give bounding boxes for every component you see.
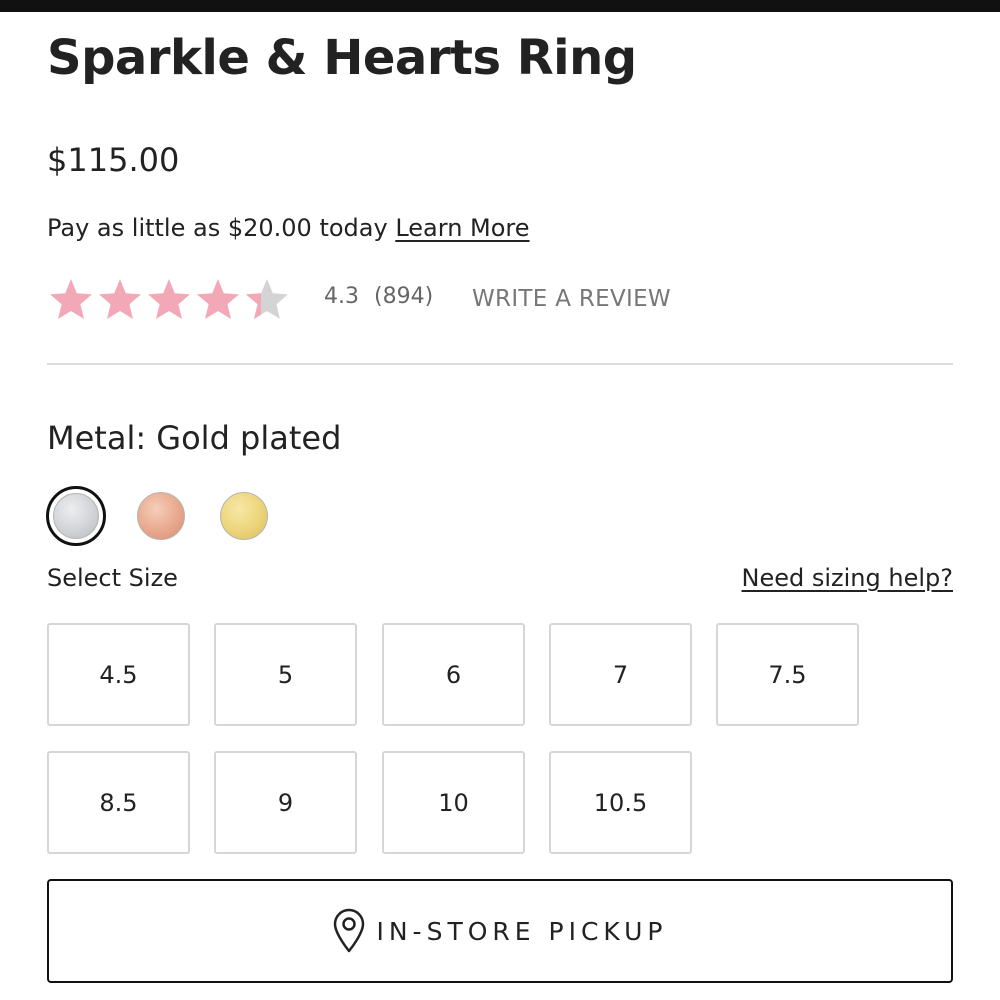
size-option[interactable]: 5 <box>214 623 357 726</box>
learn-more-link[interactable]: Learn More <box>395 214 529 242</box>
location-pin-icon <box>334 908 365 953</box>
metal-swatch-rose-gold[interactable] <box>137 492 185 540</box>
payment-info: Pay as little as $20.00 today Learn More <box>47 214 530 242</box>
product-price: $115.00 <box>47 141 180 179</box>
star-icon <box>197 279 239 319</box>
size-option[interactable]: 7.5 <box>716 623 859 726</box>
star-rating <box>47 276 291 324</box>
swatch-fill <box>137 492 185 540</box>
divider <box>47 363 953 365</box>
in-store-pickup-button[interactable]: IN-STORE PICKUP <box>47 879 953 983</box>
size-option[interactable]: 10.5 <box>549 751 692 854</box>
rating-count: (894) <box>374 284 434 309</box>
size-option[interactable]: 8.5 <box>47 751 190 854</box>
metal-swatch-silver[interactable] <box>46 486 106 546</box>
star-icon <box>99 279 141 319</box>
metal-swatch-gold[interactable] <box>220 492 268 540</box>
pickup-label: IN-STORE PICKUP <box>376 916 668 946</box>
metal-label: Metal: Gold plated <box>47 419 342 457</box>
select-size-label: Select Size <box>47 564 178 592</box>
star-icon <box>50 279 92 319</box>
swatch-fill <box>53 493 99 539</box>
size-option[interactable]: 4.5 <box>47 623 190 726</box>
swatch-fill <box>220 492 268 540</box>
payment-text: Pay as little as $20.00 today <box>47 214 388 242</box>
write-review-link[interactable]: WRITE A REVIEW <box>472 286 671 312</box>
top-bar <box>0 0 1000 12</box>
size-option[interactable]: 10 <box>382 751 525 854</box>
star-icon <box>148 279 190 319</box>
size-option[interactable]: 6 <box>382 623 525 726</box>
rating-value: 4.3 <box>324 284 359 309</box>
sizing-help-link[interactable]: Need sizing help? <box>742 564 953 592</box>
size-option[interactable]: 7 <box>549 623 692 726</box>
partial-star-icon <box>246 279 288 319</box>
size-option[interactable]: 9 <box>214 751 357 854</box>
product-title: Sparkle & Hearts Ring <box>47 30 637 86</box>
